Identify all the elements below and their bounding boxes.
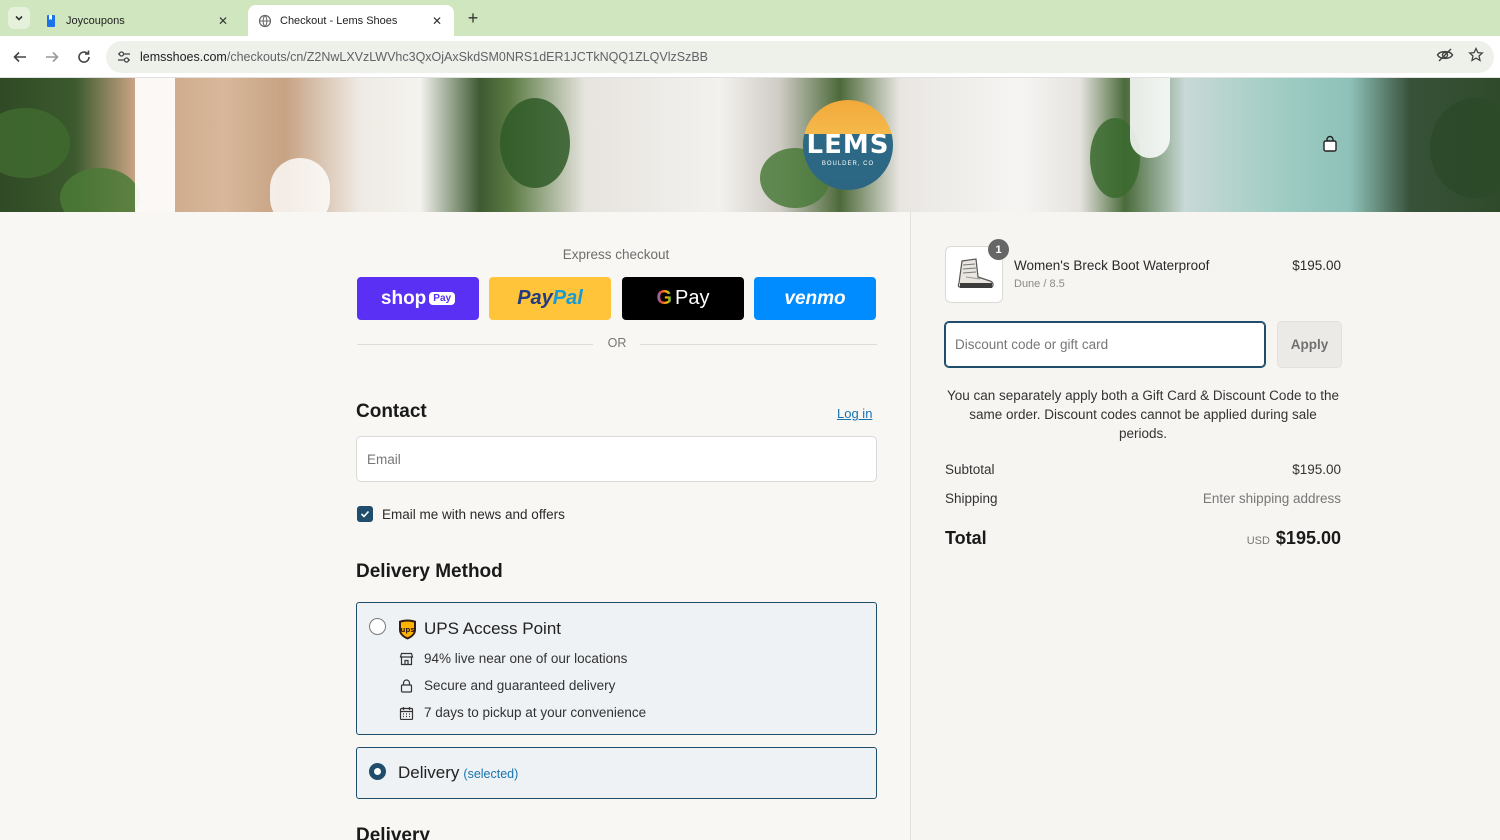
tab-title: Checkout - Lems Shoes — [280, 14, 398, 27]
delivery-option-label: Delivery — [398, 763, 460, 782]
delivery-radio[interactable] — [369, 763, 386, 780]
newsletter-option[interactable]: Email me with news and offers — [357, 506, 565, 522]
reload-button[interactable] — [72, 45, 96, 69]
google-pay-button[interactable]: G Pay — [622, 277, 744, 320]
total-currency: USD — [1246, 535, 1270, 547]
browser-tab-bar: Joycoupons ✕ Checkout - Lems Shoes ✕ + — [0, 0, 1500, 36]
quantity-badge: 1 — [988, 239, 1009, 260]
feature-text: 7 days to pickup at your convenience — [424, 705, 647, 720]
google-g-icon: G — [656, 287, 673, 309]
star-icon[interactable] — [1468, 47, 1484, 63]
delivery-method-heading: Delivery Method — [356, 561, 503, 582]
delivery-option[interactable]: Delivery (selected) — [356, 747, 877, 799]
tune-icon — [118, 51, 130, 63]
lock-icon — [400, 678, 413, 693]
contact-heading: Contact — [356, 401, 427, 422]
delivery-option-title: Delivery (selected) — [398, 763, 518, 783]
browser-toolbar: lemsshoes.com/checkouts/cn/Z2NwLXVzLWVhc… — [0, 36, 1500, 78]
subtotal-value: $195.00 — [1292, 462, 1341, 477]
apply-discount-button[interactable]: Apply — [1277, 321, 1342, 368]
ups-logo-icon: ups — [399, 619, 416, 640]
google-pay-word: Pay — [675, 287, 710, 309]
close-icon[interactable]: ✕ — [216, 14, 230, 28]
product-variant: Dune / 8.5 — [1014, 278, 1065, 290]
forward-button[interactable] — [40, 45, 64, 69]
logo-subtext: BOULDER, CO — [821, 160, 875, 167]
total-amount-group: USD $195.00 — [1247, 528, 1341, 549]
hero-banner-image — [0, 78, 1500, 212]
ups-feature-locations: 94% live near one of our locations — [399, 651, 627, 666]
email-field[interactable] — [356, 436, 877, 482]
ups-feature-pickup: 7 days to pickup at your convenience — [399, 705, 646, 720]
url-text: lemsshoes.com/checkouts/cn/Z2NwLXVzLWVhc… — [140, 50, 708, 64]
total-value: $195.00 — [1275, 528, 1341, 548]
reload-icon — [78, 50, 90, 63]
forward-arrow-icon — [46, 51, 59, 63]
delivery-heading: Delivery — [356, 825, 430, 840]
subtotal-row: Subtotal $195.00 — [945, 462, 1341, 477]
express-checkout-label: Express checkout — [562, 247, 670, 262]
svg-text:ups: ups — [400, 626, 414, 634]
address-bar[interactable]: lemsshoes.com/checkouts/cn/Z2NwLXVzLWVhc… — [106, 41, 1494, 73]
checkmark-icon — [360, 510, 370, 518]
url-path: /checkouts/cn/Z2NwLXVzLWVhc3QxOjAxSkdSM0… — [226, 50, 709, 64]
product-name: Women's Breck Boot Waterproof — [1014, 258, 1210, 273]
venmo-word: venmo — [784, 287, 846, 309]
tab-title: Joycoupons — [66, 14, 125, 27]
feature-text: Secure and guaranteed delivery — [424, 678, 616, 693]
store-icon — [399, 652, 414, 665]
total-label: Total — [945, 528, 987, 548]
calendar-icon — [399, 706, 414, 720]
eye-slash-icon[interactable] — [1436, 47, 1454, 63]
shop-pay-pill: Pay — [429, 292, 456, 305]
shopping-bag-icon[interactable] — [1321, 135, 1339, 153]
ups-radio[interactable] — [369, 618, 386, 635]
product-price: $195.00 — [1292, 258, 1341, 273]
login-link[interactable]: Log in — [837, 406, 872, 421]
discount-note: You can separately apply both a Gift Car… — [947, 388, 1339, 441]
feature-text: 94% live near one of our locations — [424, 651, 628, 666]
ups-feature-secure: Secure and guaranteed delivery — [399, 678, 615, 693]
close-icon[interactable]: ✕ — [430, 14, 444, 28]
or-divider: OR — [357, 336, 877, 352]
venmo-button[interactable]: venmo — [754, 277, 876, 320]
paypal-word-1: Pay — [517, 287, 553, 309]
shipping-row: Shipping Enter shipping address — [945, 491, 1341, 506]
ups-option-title: UPS Access Point — [424, 619, 562, 638]
globe-icon — [258, 14, 272, 27]
logo-text: LEMS — [806, 129, 890, 160]
lems-logo[interactable]: LEMS BOULDER, CO — [803, 100, 893, 190]
selected-indicator: (selected) — [463, 767, 519, 781]
order-summary-panel — [910, 212, 1500, 840]
url-host: lemsshoes.com — [140, 50, 227, 64]
paypal-word-2: Pal — [552, 287, 583, 309]
newsletter-checkbox[interactable] — [357, 506, 373, 522]
discount-code-field[interactable] — [944, 321, 1266, 368]
total-row: Total USD $195.00 — [945, 528, 1341, 549]
back-button[interactable] — [8, 45, 32, 69]
paypal-button[interactable]: Pay Pal — [489, 277, 611, 320]
bookmark-favicon-icon — [47, 14, 55, 27]
shipping-label: Shipping — [945, 491, 998, 506]
shipping-value: Enter shipping address — [1202, 491, 1341, 506]
subtotal-label: Subtotal — [945, 462, 995, 477]
tab-joycoupons[interactable]: Joycoupons ✕ — [34, 5, 240, 36]
shop-pay-word: shop — [380, 287, 427, 309]
ups-access-point-option[interactable]: ups UPS Access Point 94% live near one o… — [356, 602, 877, 735]
shop-pay-button[interactable]: shop Pay — [357, 277, 479, 320]
newsletter-label: Email me with news and offers — [382, 506, 565, 522]
back-arrow-icon — [13, 51, 26, 63]
chevron-down-icon — [15, 15, 23, 21]
tab-search-button[interactable] — [8, 7, 30, 29]
or-text: OR — [607, 336, 627, 350]
site-info-button[interactable] — [108, 41, 140, 73]
tab-checkout[interactable]: Checkout - Lems Shoes ✕ — [248, 5, 454, 36]
new-tab-button[interactable]: + — [462, 8, 484, 30]
